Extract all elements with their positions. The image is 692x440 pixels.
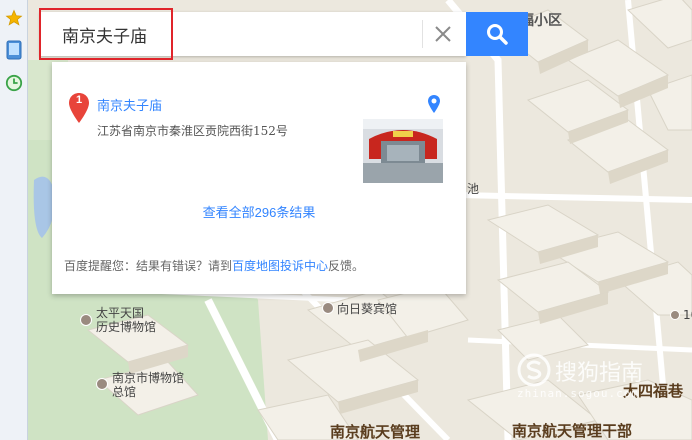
- taiping-museum-line1: 太平天国: [96, 306, 145, 320]
- map-label-alley: 大四福巷: [623, 382, 684, 400]
- view-all-count: 296: [254, 205, 277, 220]
- right-small-text: 10: [683, 308, 692, 322]
- tablet-icon[interactable]: [4, 40, 24, 60]
- map-label-aerospace-left: 南京航天管理: [330, 423, 421, 440]
- clock-icon[interactable]: [4, 73, 24, 93]
- feedback-suffix: 反馈。: [328, 259, 365, 273]
- search-input[interactable]: [40, 12, 422, 56]
- taiping-museum-line2: 历史博物馆: [96, 320, 157, 334]
- result-thumbnail[interactable]: [363, 119, 443, 183]
- city-museum-line1: 南京市博物馆: [112, 371, 185, 385]
- temple-photo: [363, 119, 443, 183]
- search-icon: [487, 24, 508, 45]
- search-box: [40, 12, 466, 56]
- map-label-aerospace-right: 南京航天管理干部: [512, 422, 633, 440]
- view-all-prefix: 查看全部: [202, 206, 255, 221]
- map-label-hotel[interactable]: 向日葵宾馆: [322, 300, 397, 317]
- results-panel: 1 南京夫子庙 江苏省南京市秦淮区贡院西街152号 查看全部296条结果 百度提…: [52, 62, 466, 294]
- star-icon[interactable]: [4, 8, 24, 28]
- map-label-right-small[interactable]: 10: [670, 308, 692, 322]
- result-marker[interactable]: 1: [68, 92, 90, 124]
- city-museum-line2: 总馆: [112, 385, 137, 399]
- search-button[interactable]: [466, 12, 528, 56]
- clear-button[interactable]: [422, 20, 462, 48]
- locate-pin-icon[interactable]: [427, 94, 441, 114]
- map-label-pond: 池: [467, 182, 480, 196]
- museum-icon: [96, 378, 108, 390]
- feedback-prefix: 百度提醒您：结果有错误？请到: [64, 259, 233, 273]
- view-all-suffix: 条结果: [276, 206, 316, 221]
- hotel-name: 向日葵宾馆: [337, 302, 398, 316]
- result-title-link[interactable]: 南京夫子庙: [97, 95, 162, 114]
- poi-icon: [670, 310, 680, 320]
- view-all-results-link[interactable]: 查看全部296条结果: [52, 202, 466, 221]
- hotel-icon: [322, 302, 334, 314]
- museum-icon: [80, 314, 92, 326]
- close-icon: [434, 26, 451, 42]
- map-label-city-museum[interactable]: 南京市博物馆 总馆: [96, 371, 184, 399]
- feedback-notice: 百度提醒您：结果有错误？请到百度地图投诉中心反馈。: [64, 257, 364, 274]
- map-label-taiping-museum[interactable]: 太平天国 历史博物馆: [80, 306, 156, 334]
- marker-number: 1: [75, 94, 83, 106]
- result-address: 江苏省南京市秦淮区贡院西街152号: [97, 124, 288, 138]
- complaint-center-link[interactable]: 百度地图投诉中心: [232, 259, 328, 273]
- left-toolbar: [0, 0, 28, 440]
